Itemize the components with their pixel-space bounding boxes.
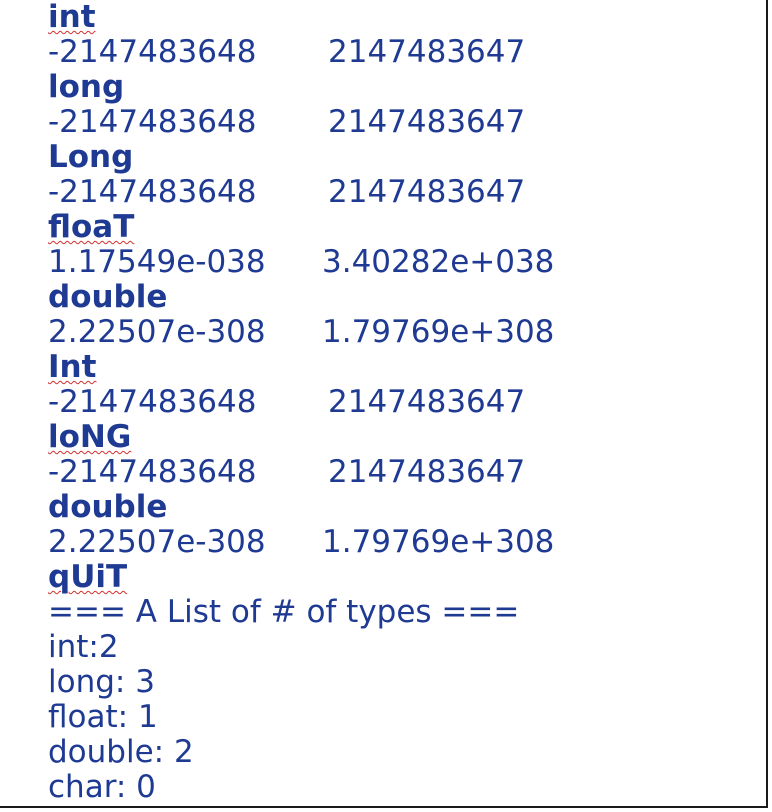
summary-line-int: int:2 (48, 629, 119, 665)
type-input-line: Long (48, 140, 748, 175)
typed-type-name: double (48, 279, 168, 315)
range-max: 3.40282e+038 (322, 244, 555, 280)
page-bottom-border (0, 806, 768, 808)
range-min: -2147483648 (48, 384, 257, 420)
typed-type-name: Int (48, 349, 97, 385)
summary-heading: === A List of # of types === (48, 594, 520, 630)
range-min: 2.22507e-308 (48, 314, 266, 350)
range-min: 1.17549e-038 (48, 244, 266, 280)
page-right-border (766, 0, 768, 808)
typed-type-name: loNG (48, 419, 132, 455)
range-line: -2147483648 2147483647 (48, 105, 748, 140)
typed-type-name: floaT (48, 209, 135, 245)
typed-type-name: long (48, 69, 125, 105)
type-input-line: floaT (48, 210, 748, 245)
typed-type-name: double (48, 489, 168, 525)
type-input-line: double (48, 280, 748, 315)
range-min: -2147483648 (48, 34, 257, 70)
range-max: 2147483647 (328, 34, 526, 70)
type-input-line: Int (48, 350, 748, 385)
range-line: 2.22507e-308 1.79769e+308 (48, 525, 748, 560)
type-input-line: int (48, 0, 748, 35)
typed-quit-command: qUiT (48, 559, 128, 595)
range-line: -2147483648 2147483647 (48, 455, 748, 490)
range-min: 2.22507e-308 (48, 524, 266, 560)
range-min: -2147483648 (48, 104, 257, 140)
summary-line-double: double: 2 (48, 734, 194, 770)
range-min: -2147483648 (48, 454, 257, 490)
range-max: 1.79769e+308 (322, 314, 555, 350)
quit-input-line: qUiT (48, 560, 748, 595)
type-input-line: double (48, 490, 748, 525)
range-max: 2147483647 (328, 104, 526, 140)
summary-line-long: long: 3 (48, 664, 155, 700)
summary-line-float: float: 1 (48, 699, 158, 735)
range-line: 1.17549e-038 3.40282e+038 (48, 245, 748, 280)
range-line: -2147483648 2147483647 (48, 35, 748, 70)
summary-line-char: char: 0 (48, 769, 156, 805)
range-line: -2147483648 2147483647 (48, 385, 748, 420)
type-input-line: long (48, 70, 748, 105)
typed-type-name: Long (48, 139, 134, 175)
range-max: 2147483647 (328, 384, 526, 420)
type-input-line: loNG (48, 420, 748, 455)
range-max: 2147483647 (328, 174, 526, 210)
range-min: -2147483648 (48, 174, 257, 210)
range-line: -2147483648 2147483647 (48, 175, 748, 210)
typed-type-name: int (48, 0, 96, 35)
range-max: 1.79769e+308 (322, 524, 555, 560)
console-output: int -2147483648 2147483647 long -21474836… (48, 0, 748, 805)
range-max: 2147483647 (328, 454, 526, 490)
range-line: 2.22507e-308 1.79769e+308 (48, 315, 748, 350)
